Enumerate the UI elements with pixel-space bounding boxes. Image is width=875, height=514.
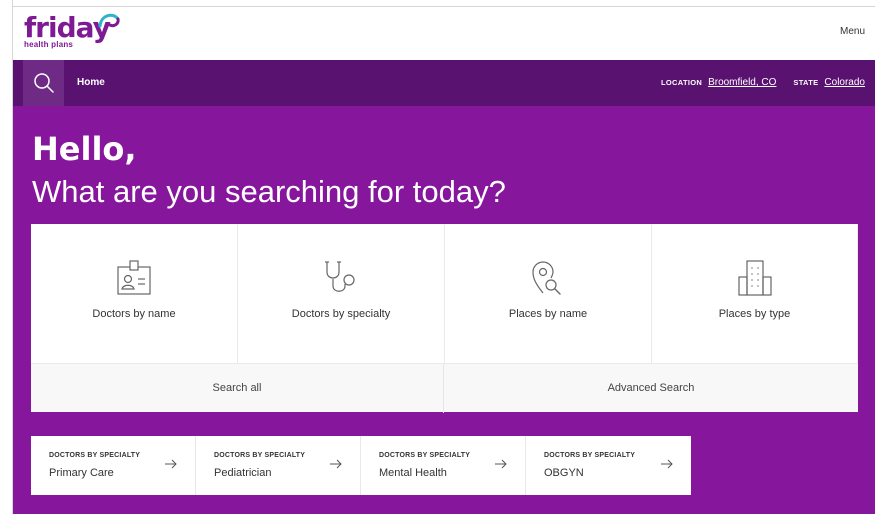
- quick-link-kicker: DOCTORS BY SPECIALTY: [49, 452, 141, 459]
- location-key: LOCATION: [661, 78, 703, 87]
- card-label: Doctors by name: [92, 308, 176, 320]
- search-hero: Hello, What are you searching for today?…: [13, 106, 875, 514]
- building-icon: [737, 260, 772, 296]
- quick-link-kicker: DOCTORS BY SPECIALTY: [214, 452, 306, 459]
- top-navbar: Home LOCATION Broomfield, CO STATE Color…: [13, 60, 875, 106]
- quick-link-kicker: DOCTORS BY SPECIALTY: [379, 452, 471, 459]
- card-label: Places by name: [508, 308, 588, 320]
- logo-swoosh-icon: [98, 13, 120, 28]
- card-places-by-name[interactable]: Places by name: [445, 224, 652, 363]
- nav-home-link[interactable]: Home: [77, 77, 105, 88]
- quick-link-mental-health[interactable]: DOCTORS BY SPECIALTY Mental Health: [361, 436, 526, 495]
- arrow-right-icon: [661, 459, 673, 469]
- window-left-edge: [0, 0, 13, 514]
- quick-link-label: Pediatrician: [214, 467, 272, 479]
- card-doctors-by-specialty[interactable]: Doctors by specialty: [238, 224, 445, 363]
- card-places-by-type[interactable]: Places by type: [652, 224, 858, 363]
- card-label: Doctors by specialty: [291, 308, 391, 320]
- card-doctors-by-name[interactable]: Doctors by name: [31, 224, 238, 363]
- location-bar: LOCATION Broomfield, CO STATE Colorado: [661, 77, 865, 88]
- location-search-icon: [532, 261, 561, 295]
- quick-link-label: Mental Health: [379, 467, 447, 479]
- location-link[interactable]: Broomfield, CO: [708, 77, 776, 88]
- quick-specialty-links: DOCTORS BY SPECIALTY Primary Care DOCTOR…: [31, 436, 691, 495]
- search-options-panel: Doctors by name Doctors by specialty Pla…: [31, 224, 858, 413]
- card-label: Places by type: [718, 308, 791, 320]
- hero-greeting: Hello,: [32, 130, 137, 168]
- state-key: STATE: [793, 78, 819, 87]
- menu-button[interactable]: Menu: [840, 26, 865, 37]
- search-actions-row: Search all Advanced Search: [31, 363, 858, 413]
- hero-prompt: What are you searching for today?: [32, 174, 506, 209]
- friday-logo[interactable]: friday health plans: [24, 13, 120, 49]
- search-icon: [33, 73, 54, 93]
- quick-link-label: OBGYN: [544, 467, 584, 479]
- site-header: friday health plans Menu: [13, 7, 875, 60]
- state-link[interactable]: Colorado: [824, 77, 865, 88]
- quick-link-kicker: DOCTORS BY SPECIALTY: [544, 452, 636, 459]
- quick-link-primary-care[interactable]: DOCTORS BY SPECIALTY Primary Care: [31, 436, 196, 495]
- id-badge-icon: [117, 260, 151, 295]
- advanced-search-button[interactable]: Advanced Search: [444, 364, 858, 413]
- quick-link-obgyn[interactable]: DOCTORS BY SPECIALTY OBGYN: [526, 436, 691, 495]
- quick-link-pediatrician[interactable]: DOCTORS BY SPECIALTY Pediatrician: [196, 436, 361, 495]
- quick-link-label: Primary Care: [49, 467, 114, 479]
- window-top-edge: [0, 0, 875, 7]
- arrow-right-icon: [165, 459, 177, 469]
- search-all-button[interactable]: Search all: [31, 364, 444, 413]
- stethoscope-icon: [325, 261, 355, 292]
- arrow-right-icon: [495, 459, 507, 469]
- arrow-right-icon: [330, 459, 342, 469]
- search-button[interactable]: [23, 60, 64, 106]
